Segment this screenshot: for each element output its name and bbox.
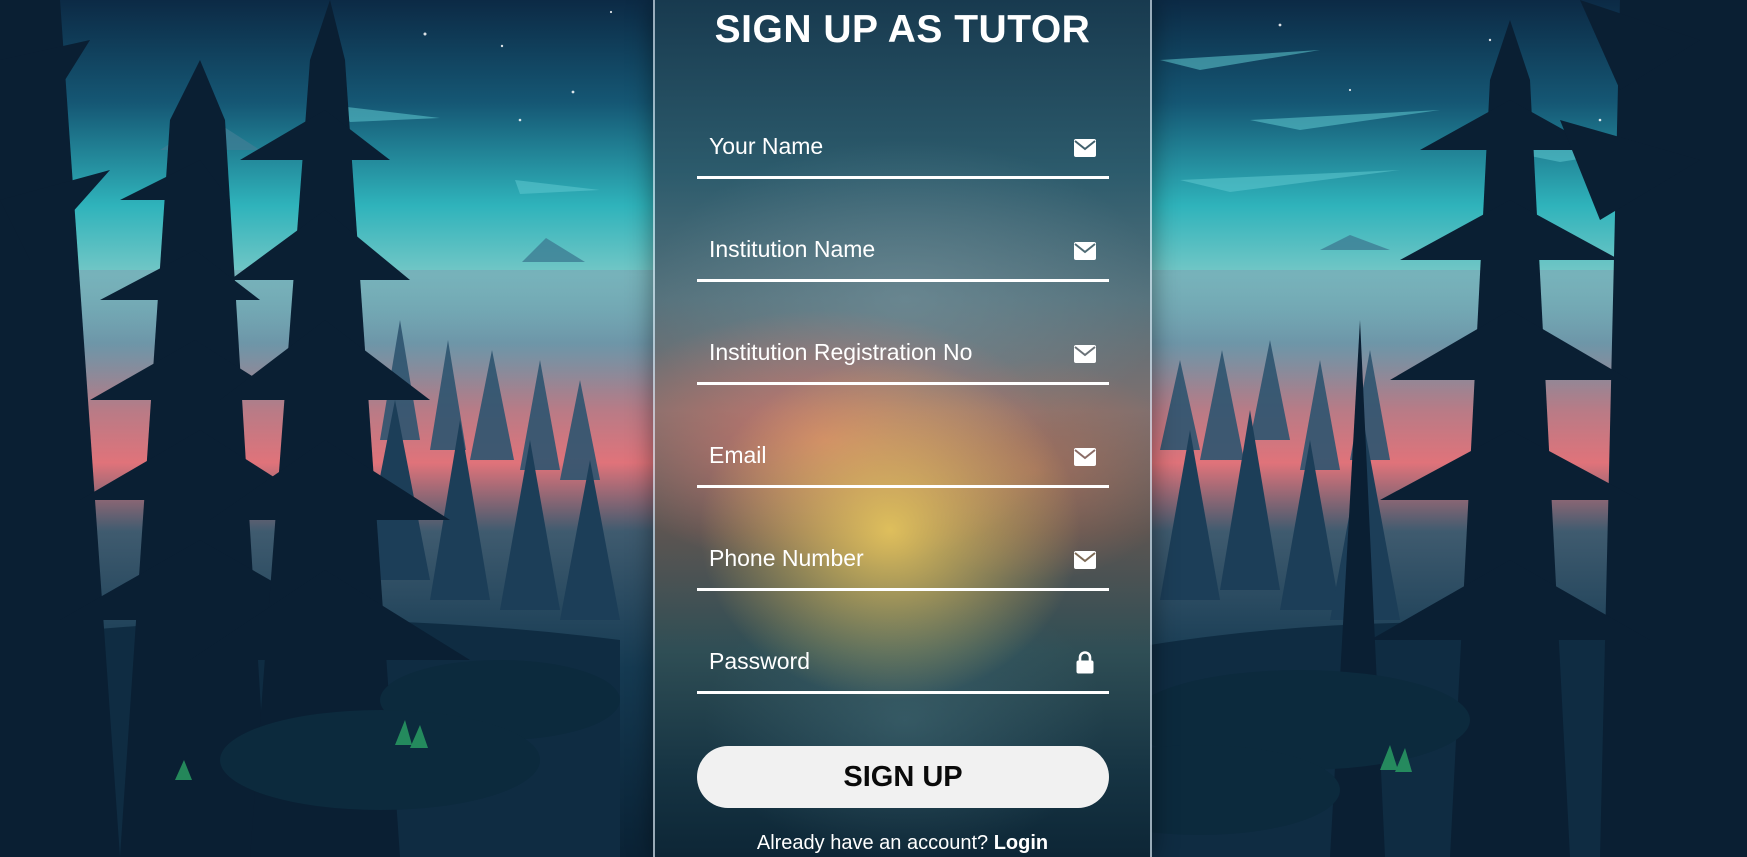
login-link[interactable]: Login <box>994 832 1048 854</box>
institution-registration-field <box>697 323 1109 385</box>
login-prompt: Already have an account? Login <box>655 832 1150 855</box>
lock-icon <box>1076 651 1094 674</box>
name-field <box>697 117 1109 179</box>
phone-input[interactable] <box>697 529 1109 588</box>
envelope-icon <box>1074 139 1096 157</box>
page-title: SIGN UP AS TUTOR <box>714 8 1091 51</box>
institution-registration-input[interactable] <box>697 323 1109 382</box>
envelope-icon <box>1074 345 1096 363</box>
institution-name-field <box>697 220 1109 282</box>
password-input[interactable] <box>697 632 1109 691</box>
envelope-icon <box>1074 551 1096 569</box>
login-prompt-text: Already have an account? <box>756 832 989 854</box>
signup-button[interactable]: SIGN UP <box>697 746 1109 808</box>
email-input[interactable] <box>697 426 1109 485</box>
name-input[interactable] <box>697 117 1109 176</box>
password-field <box>697 632 1109 694</box>
phone-field <box>697 529 1109 591</box>
signup-panel: SIGN UP AS TUTOR Your Name Institution N… <box>653 0 1152 857</box>
signup-form: SIGN UP AS TUTOR Your Name Institution N… <box>655 0 1150 857</box>
email-field <box>697 426 1109 488</box>
envelope-icon <box>1074 242 1096 260</box>
envelope-icon <box>1074 448 1096 466</box>
institution-name-input[interactable] <box>697 220 1109 279</box>
